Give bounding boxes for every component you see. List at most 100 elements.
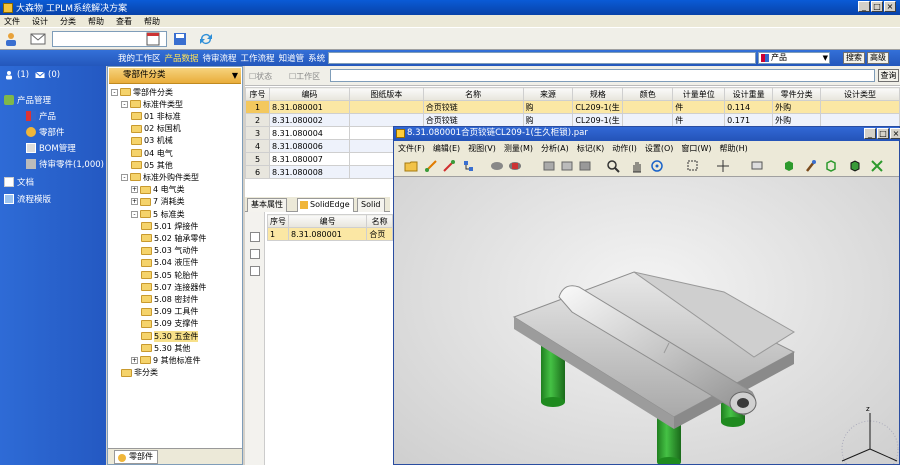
- column-header[interactable]: 设计重量: [724, 87, 774, 101]
- column-header[interactable]: 序号: [245, 87, 270, 101]
- column-header[interactable]: 颜色: [622, 87, 674, 101]
- add-icon[interactable]: [250, 232, 260, 242]
- explode-icon[interactable]: [870, 159, 884, 173]
- rotate-icon[interactable]: [650, 159, 664, 173]
- tree-node[interactable]: +9 其他标准件: [131, 354, 201, 366]
- tree-node[interactable]: 5.05 轮胎件: [141, 269, 198, 281]
- table-row[interactable]: 2 8.31.080002 合页铰链购 CL209-1(生 件 0.171 外购: [245, 113, 900, 127]
- display-icon[interactable]: [750, 159, 764, 173]
- detail-row[interactable]: 1 8.31.080001 合页: [267, 227, 393, 241]
- page-icon[interactable]: [250, 249, 260, 259]
- search-button[interactable]: 搜索: [843, 52, 865, 64]
- nav-product[interactable]: 产品: [26, 110, 56, 122]
- tree-node[interactable]: 5.30 五金件: [141, 330, 199, 342]
- nav-product-management[interactable]: 产品管理: [4, 94, 51, 106]
- minimize-button[interactable]: _: [858, 1, 870, 12]
- viewer-menu-item[interactable]: 测量(M): [504, 143, 533, 154]
- edit-icon[interactable]: [250, 266, 260, 276]
- table-row[interactable]: 1 8.31.080001 合页铰链购 CL209-1(生 件 0.114 外购: [245, 100, 900, 114]
- tree-node[interactable]: 非分类: [121, 367, 158, 379]
- section-icon[interactable]: [508, 159, 522, 173]
- column-header[interactable]: 零件分类: [772, 87, 822, 101]
- pan-hand-icon[interactable]: [630, 159, 644, 173]
- tree-node[interactable]: - 标准外购件类型: [121, 171, 199, 183]
- tree-node[interactable]: 5.08 密封件: [141, 293, 198, 305]
- tab-solid[interactable]: Solid: [357, 198, 385, 212]
- open-folder-icon[interactable]: [404, 159, 418, 173]
- user-icon[interactable]: [3, 31, 19, 47]
- view-front-icon[interactable]: [542, 159, 556, 173]
- tree-node[interactable]: - 标准件类型: [121, 98, 183, 110]
- refresh-icon[interactable]: [198, 31, 214, 47]
- zoom-icon[interactable]: [606, 159, 620, 173]
- column-header[interactable]: 设计类型: [820, 87, 900, 101]
- detail-column-header[interactable]: 名称: [366, 214, 393, 228]
- tree-node[interactable]: 5.01 焊接件: [141, 220, 198, 232]
- tree-node[interactable]: 05 其他: [131, 159, 173, 171]
- tree-node[interactable]: 5.30 其他: [141, 342, 190, 354]
- tree-node[interactable]: +7 消耗类: [131, 196, 185, 208]
- column-header[interactable]: 来源: [522, 87, 574, 101]
- tree-header[interactable]: 零部件分类 ▼: [109, 68, 241, 84]
- menu-file[interactable]: 文件: [4, 16, 20, 27]
- tab-solidedge[interactable]: SolidEdge: [297, 198, 354, 212]
- tree-node[interactable]: 02 标国机: [131, 123, 181, 135]
- nav-pending-parts[interactable]: 待审零件(1,000): [26, 158, 104, 170]
- zoom-window-icon[interactable]: [686, 159, 700, 173]
- viewer-menu-item[interactable]: 分析(A): [541, 143, 569, 154]
- status-checkbox[interactable]: ☐状态: [249, 71, 272, 82]
- link-knowledge[interactable]: 知道管: [279, 52, 305, 64]
- viewer-menu-item[interactable]: 帮助(H): [720, 143, 748, 154]
- users-icon[interactable]: [4, 70, 14, 80]
- grid-filter-input[interactable]: [330, 69, 875, 82]
- tree-node[interactable]: +4 电气类: [131, 184, 185, 196]
- message-icon[interactable]: [35, 70, 45, 80]
- viewer-menu-item[interactable]: 视图(V): [468, 143, 496, 154]
- collapse-icon[interactable]: -: [131, 210, 138, 218]
- nav-bom[interactable]: BOM管理: [26, 142, 76, 154]
- tree-node[interactable]: 5.02 轴承零件: [141, 232, 206, 244]
- search-type-select[interactable]: 产品 ▼: [758, 52, 830, 64]
- detail-column-header[interactable]: 编号: [287, 214, 368, 228]
- expand-icon[interactable]: +: [131, 198, 138, 206]
- query-button[interactable]: 查询: [878, 69, 899, 82]
- collapse-icon[interactable]: -: [121, 100, 128, 108]
- nav-workflow-templates[interactable]: 流程模版: [4, 193, 51, 205]
- detail-column-header[interactable]: 序号: [267, 214, 289, 228]
- tree-node[interactable]: 5.09 支撑件: [141, 318, 198, 330]
- tree-icon[interactable]: [462, 159, 476, 173]
- tree-node[interactable]: 5.07 连接器件: [141, 281, 206, 293]
- tab-parts[interactable]: 零部件: [114, 450, 158, 464]
- tree-node[interactable]: - 零部件分类: [111, 86, 173, 98]
- tree-node[interactable]: 5.09 工具件: [141, 306, 198, 318]
- column-header[interactable]: 编码: [268, 87, 350, 101]
- column-header[interactable]: 计量单位: [672, 87, 726, 101]
- column-header[interactable]: 规格: [572, 87, 624, 101]
- measure-icon[interactable]: [424, 159, 438, 173]
- viewer-menu-item[interactable]: 动作(I): [612, 143, 637, 154]
- calendar-icon[interactable]: [145, 31, 161, 47]
- tab-basic-properties[interactable]: 基本属性: [247, 198, 287, 212]
- tree-node[interactable]: 03 机械: [131, 135, 173, 147]
- expand-icon[interactable]: +: [131, 356, 138, 364]
- menu-view[interactable]: 查看: [116, 16, 132, 27]
- column-header[interactable]: 图纸版本: [348, 87, 424, 101]
- paint-brush-icon[interactable]: [804, 159, 818, 173]
- markup-icon[interactable]: [490, 159, 504, 173]
- menu-help1[interactable]: 帮助: [88, 16, 104, 27]
- view-side-icon[interactable]: [560, 159, 574, 173]
- viewer-menu-item[interactable]: 编辑(E): [433, 143, 460, 154]
- shaded-cube-icon[interactable]: [782, 159, 796, 173]
- menu-category[interactable]: 分类: [60, 16, 76, 27]
- expand-icon[interactable]: +: [131, 186, 138, 194]
- wireframe-cube-icon[interactable]: [824, 159, 838, 173]
- viewer-menu-item[interactable]: 设置(O): [645, 143, 674, 154]
- tree-node[interactable]: 5.03 气动件: [141, 245, 198, 257]
- collapse-icon[interactable]: -: [111, 88, 118, 96]
- viewer-menu-item[interactable]: 窗口(W): [681, 143, 711, 154]
- menu-help2[interactable]: 帮助: [144, 16, 160, 27]
- collapse-icon[interactable]: -: [121, 173, 128, 181]
- maximize-button[interactable]: □: [871, 1, 883, 12]
- workspace-checkbox[interactable]: ☐工作区: [289, 71, 320, 82]
- tree-node[interactable]: - 5 标准类: [131, 208, 185, 220]
